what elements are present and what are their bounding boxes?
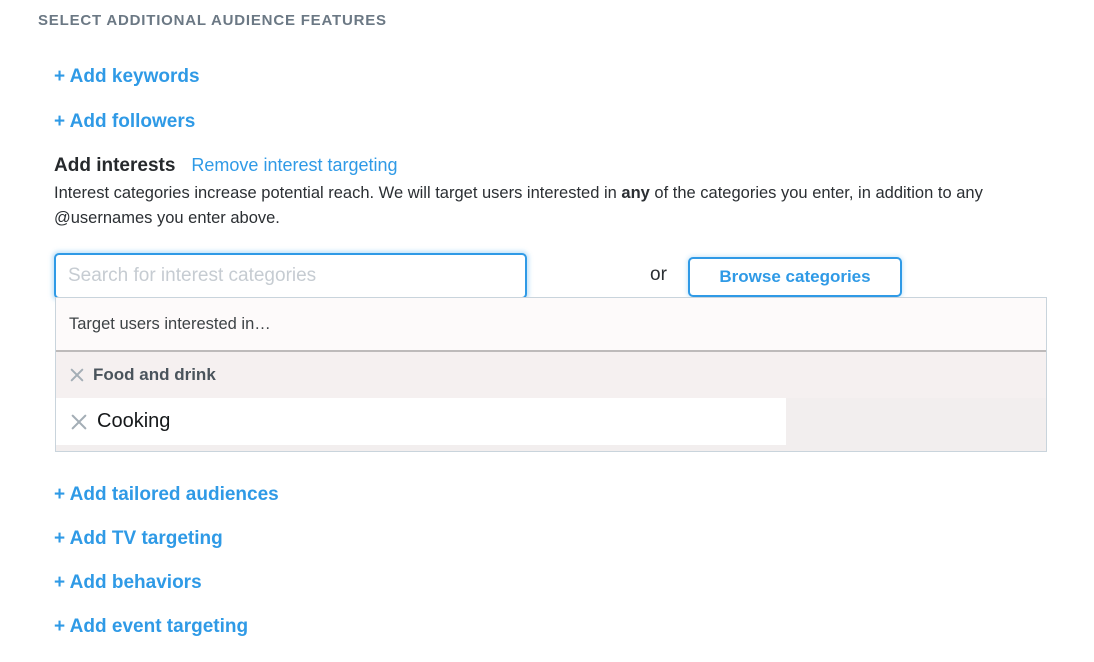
panel-header-label: Target users interested in… bbox=[69, 314, 271, 333]
browse-categories-button[interactable]: Browse categories bbox=[688, 257, 902, 297]
add-tv-targeting-link[interactable]: + Add TV targeting bbox=[54, 528, 223, 550]
add-event-targeting-link[interactable]: + Add event targeting bbox=[54, 616, 248, 638]
add-followers-link[interactable]: + Add followers bbox=[54, 111, 195, 133]
description-text-lead: Interest categories increase potential r… bbox=[54, 184, 622, 202]
add-interests-title: Add interests bbox=[54, 155, 176, 176]
interest-category-label: Food and drink bbox=[93, 365, 216, 384]
page-title: Select additional audience features bbox=[38, 12, 387, 29]
add-tailored-audiences-link[interactable]: + Add tailored audiences bbox=[54, 484, 279, 506]
remove-interest-targeting-link[interactable]: Remove interest targeting bbox=[191, 155, 397, 175]
add-interests-header: Add interests Remove interest targeting bbox=[54, 155, 398, 177]
interest-category-row[interactable]: Food and drink bbox=[56, 352, 1046, 398]
close-x-icon[interactable] bbox=[69, 367, 85, 383]
close-x-icon[interactable] bbox=[69, 412, 88, 431]
audience-features-page: Select additional audience features + Ad… bbox=[0, 0, 1094, 662]
description-emphasis: any bbox=[621, 184, 650, 202]
panel-body: Food and drink Cooking bbox=[56, 352, 1046, 451]
add-behaviors-link[interactable]: + Add behaviors bbox=[54, 572, 202, 594]
add-interests-description: Interest categories increase potential r… bbox=[54, 181, 1016, 231]
interest-search-input[interactable] bbox=[54, 253, 527, 299]
interest-search-wrapper bbox=[54, 253, 527, 299]
selected-interests-panel: Target users interested in… Food and dri… bbox=[55, 297, 1047, 452]
panel-header: Target users interested in… bbox=[56, 298, 1046, 352]
interest-item-label: Cooking bbox=[97, 410, 171, 432]
or-separator-label: or bbox=[650, 264, 667, 285]
interest-item-row[interactable]: Cooking bbox=[56, 398, 786, 445]
add-keywords-link[interactable]: + Add keywords bbox=[54, 66, 200, 88]
